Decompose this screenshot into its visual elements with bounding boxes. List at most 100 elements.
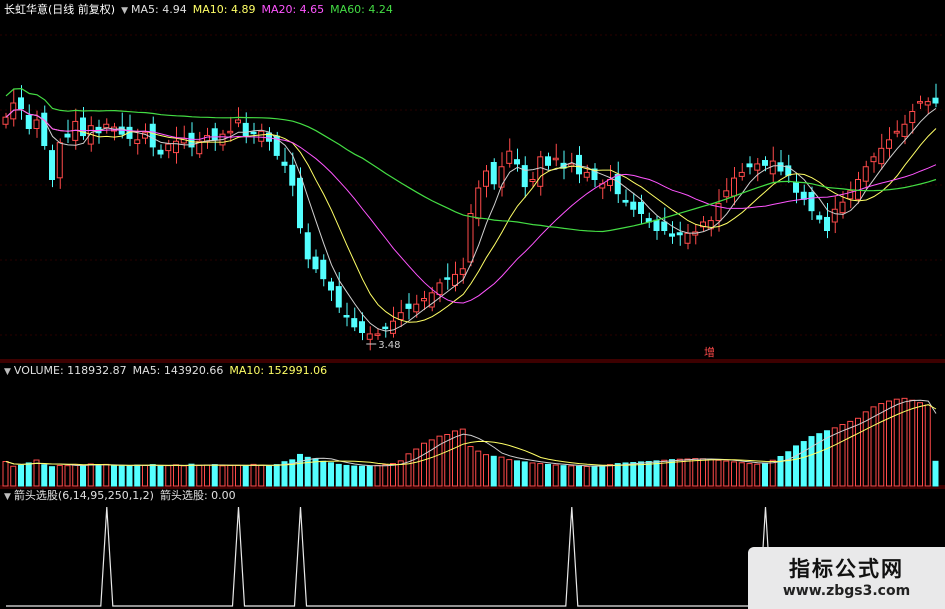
stock-chart: 3.48 增 xyxy=(0,34,945,607)
candle-body xyxy=(227,130,234,134)
volume-bar xyxy=(731,461,737,487)
stock-title: 长虹华意(日线 前复权) xyxy=(4,3,116,16)
candle-body xyxy=(258,130,265,142)
volume-bar xyxy=(111,464,117,487)
collapse-icon[interactable]: ▼ xyxy=(4,367,11,377)
volume-bar xyxy=(459,428,466,487)
candle-body xyxy=(769,160,776,175)
candle-body xyxy=(304,232,311,260)
volume-bar xyxy=(785,451,792,487)
volume-bar xyxy=(576,465,582,487)
volume-bar xyxy=(304,456,311,487)
candle-body xyxy=(886,139,892,149)
volume-bar xyxy=(490,455,497,487)
candle-body xyxy=(413,303,420,313)
candle-body xyxy=(18,97,24,110)
volume-bar xyxy=(645,460,652,487)
volume-bar xyxy=(2,460,9,487)
candle-body xyxy=(831,208,838,223)
volume-ma10-readout: MA10: 152991.06 xyxy=(229,364,328,377)
volume-bar xyxy=(41,464,48,487)
volume-bar xyxy=(684,458,691,487)
candle-body xyxy=(800,191,807,200)
volume-bar xyxy=(390,463,396,487)
volume-bar xyxy=(847,420,854,487)
candle-body xyxy=(630,201,637,210)
volume-bar xyxy=(405,453,412,487)
volume-bar xyxy=(800,441,807,487)
ma10-readout: MA10: 4.89 xyxy=(192,3,256,16)
candle-body xyxy=(49,150,55,181)
candle-body xyxy=(459,268,466,275)
volume-bar xyxy=(366,465,373,487)
candle-body xyxy=(289,164,296,186)
candle-body xyxy=(390,320,396,334)
low-price-label: 3.48 xyxy=(378,340,400,351)
volume-bar xyxy=(374,464,381,487)
volume-bar xyxy=(297,453,303,487)
candle-body xyxy=(157,149,164,155)
collapse-icon[interactable]: ▼ xyxy=(121,6,128,16)
volume-bar xyxy=(870,406,877,487)
volume-bar xyxy=(452,430,458,487)
volume-bar xyxy=(638,461,644,487)
volume-bar xyxy=(909,399,916,487)
candle-body xyxy=(382,326,389,330)
candle-body xyxy=(878,147,885,165)
candle-body xyxy=(537,156,544,187)
volume-bar xyxy=(715,459,722,487)
candle-body xyxy=(731,177,737,197)
candle-body xyxy=(483,170,489,187)
volume-bar xyxy=(754,463,761,487)
volume-bar xyxy=(211,464,218,487)
volume-bar xyxy=(64,465,71,487)
candle-body xyxy=(808,192,815,212)
volume-bar xyxy=(49,466,55,487)
candle-body xyxy=(2,116,9,125)
candle-body xyxy=(552,157,559,161)
volume-bar xyxy=(126,465,133,487)
volume-bar xyxy=(421,442,427,487)
volume-bar xyxy=(855,417,861,487)
candle-body xyxy=(235,119,241,124)
volume-bar xyxy=(118,465,125,487)
volume-bar xyxy=(831,427,838,487)
candle-body xyxy=(149,123,156,148)
volume-bar xyxy=(196,464,203,487)
volume-bar xyxy=(227,464,234,487)
price-header: 长虹华意(日线 前复权) ▼ MA5: 4.94 MA10: 4.89 MA20: 4.… xyxy=(4,3,399,18)
candle-body xyxy=(242,122,249,137)
volume-bar xyxy=(242,465,249,487)
watermark-badge: 指标公式网 www.zbgs3.com xyxy=(748,547,945,609)
watermark-title: 指标公式网 xyxy=(789,557,904,581)
candle-body xyxy=(762,160,768,166)
volume-bar xyxy=(467,446,474,487)
candle-body xyxy=(498,166,505,188)
volume-bar xyxy=(428,439,435,487)
candle-body xyxy=(467,213,474,263)
volume-readout: VOLUME: 118932.87 xyxy=(13,364,127,377)
volume-bar xyxy=(886,400,892,487)
candle-body xyxy=(917,101,923,104)
candle-body xyxy=(723,190,730,198)
volume-bar xyxy=(583,465,590,487)
volume-bar xyxy=(878,403,885,487)
volume-bar xyxy=(669,459,675,487)
volume-bar xyxy=(80,464,86,487)
candle-body xyxy=(514,159,520,165)
volume-bar xyxy=(614,463,621,487)
volume-bar xyxy=(917,402,923,487)
volume-bar xyxy=(142,464,148,487)
candle-body xyxy=(545,156,551,166)
volume-bar xyxy=(862,411,869,487)
candle-body xyxy=(909,111,916,124)
volume-bar xyxy=(514,460,520,487)
collapse-icon[interactable]: ▼ xyxy=(4,492,11,502)
volume-bar xyxy=(607,464,613,487)
volume-bar xyxy=(560,465,567,487)
volume-bar xyxy=(25,462,32,487)
volume-bar xyxy=(180,465,187,487)
volume-bar xyxy=(839,424,846,487)
volume-bar xyxy=(413,448,420,487)
volume-bar xyxy=(932,460,939,487)
